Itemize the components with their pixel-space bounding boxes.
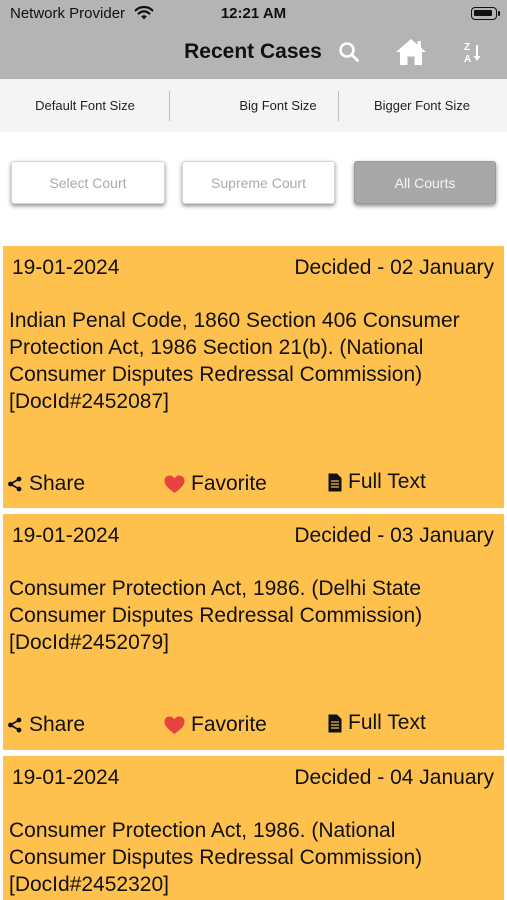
sort-icon: Z A xyxy=(464,42,481,65)
favorite-label: Favorite xyxy=(191,472,267,495)
favorite-button[interactable]: Favorite xyxy=(164,472,267,496)
case-status: Decided - 02 January xyxy=(294,256,494,279)
full-text-label: Full Text xyxy=(348,711,426,734)
home-button[interactable] xyxy=(394,36,428,68)
bigger-font-size-button[interactable]: Bigger Font Size xyxy=(339,79,505,132)
case-card[interactable]: 19-01-2024 Decided - 03 January Consumer… xyxy=(3,514,504,750)
share-button[interactable]: Share xyxy=(7,472,85,496)
share-label: Share xyxy=(29,713,86,736)
top-bar: Network Provider 12:21 AM Recent Cases Z… xyxy=(0,0,507,79)
share-icon xyxy=(7,476,23,492)
supreme-court-button[interactable]: Supreme Court xyxy=(182,161,335,204)
case-date: 19-01-2024 xyxy=(12,256,120,279)
case-date: 19-01-2024 xyxy=(12,766,120,789)
case-status: Decided - 04 January xyxy=(294,766,494,789)
case-card[interactable]: 19-01-2024 Decided - 04 January Consumer… xyxy=(3,756,504,900)
full-text-button[interactable]: Full Text xyxy=(328,711,426,735)
share-icon xyxy=(7,717,23,733)
sort-letter-bottom: A xyxy=(464,54,471,65)
page-title: Recent Cases xyxy=(184,40,322,63)
clock: 12:21 AM xyxy=(220,5,287,22)
search-button[interactable] xyxy=(336,36,362,68)
case-date: 19-01-2024 xyxy=(12,524,120,547)
full-text-label: Full Text xyxy=(348,470,426,493)
case-description: Consumer Protection Act, 1986. (National… xyxy=(9,819,423,896)
document-icon xyxy=(328,714,342,733)
favorite-label: Favorite xyxy=(191,713,267,736)
sort-letter-top: Z xyxy=(464,42,470,53)
font-size-bar: Default Font Size Big Font Size Bigger F… xyxy=(0,79,507,132)
heart-icon xyxy=(164,475,185,494)
full-text-button[interactable]: Full Text xyxy=(328,470,426,494)
favorite-button[interactable]: Favorite xyxy=(164,713,267,737)
big-font-size-button[interactable]: Big Font Size xyxy=(194,79,362,132)
home-icon xyxy=(396,39,426,65)
case-description: Consumer Protection Act, 1986. (Delhi St… xyxy=(9,577,423,654)
search-icon xyxy=(339,42,359,62)
case-status: Decided - 03 January xyxy=(294,524,494,547)
status-bar: Network Provider 12:21 AM xyxy=(0,0,507,28)
case-card[interactable]: 19-01-2024 Decided - 02 January Indian P… xyxy=(3,246,504,508)
divider xyxy=(169,91,170,121)
battery-icon xyxy=(471,7,500,20)
share-button[interactable]: Share xyxy=(7,713,85,737)
share-label: Share xyxy=(29,472,86,495)
case-description: Indian Penal Code, 1860 Section 406 Cons… xyxy=(9,309,460,413)
document-icon xyxy=(328,473,342,492)
sort-button[interactable]: Z A xyxy=(458,36,488,68)
all-courts-button[interactable]: All Courts xyxy=(354,161,496,204)
select-court-button[interactable]: Select Court xyxy=(11,161,165,204)
heart-icon xyxy=(164,716,185,735)
default-font-size-button[interactable]: Default Font Size xyxy=(0,79,170,132)
